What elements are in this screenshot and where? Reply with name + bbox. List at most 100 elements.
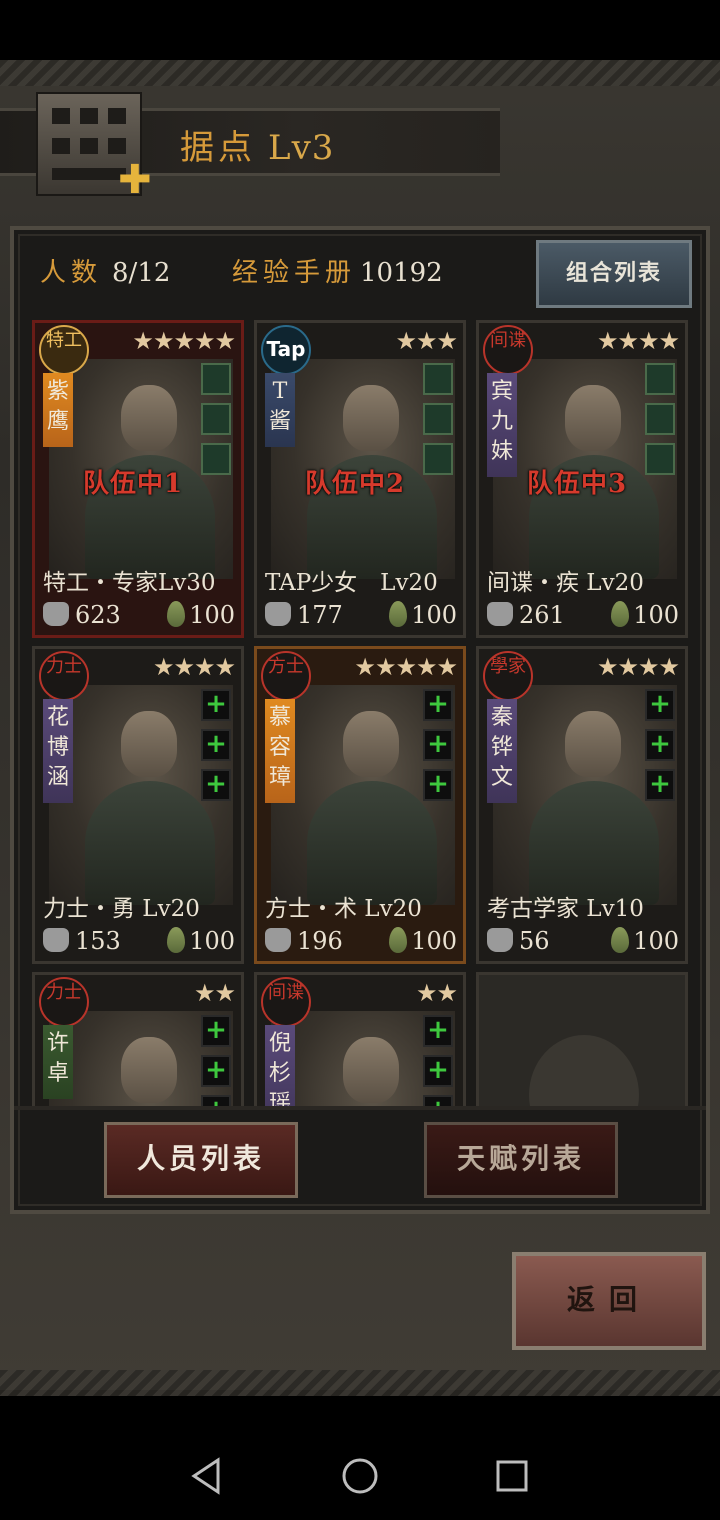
team-status-label: 队伍中3 bbox=[527, 469, 628, 499]
exp-manual-count: 经验手册 10192 bbox=[232, 258, 443, 288]
empty-character-slot bbox=[476, 972, 688, 1106]
system-nav-bar bbox=[0, 1412, 720, 1520]
add-equipment-plus-icon[interactable]: + bbox=[645, 689, 675, 721]
character-class-level: 力士・勇 Lv20 bbox=[43, 896, 200, 922]
water-stat: 100 bbox=[167, 601, 235, 629]
power-value: 261 bbox=[519, 601, 565, 629]
fist-icon bbox=[43, 928, 69, 952]
class-badge: 力士 bbox=[39, 651, 89, 701]
top-border bbox=[0, 60, 720, 86]
character-card[interactable]: 力士 ★★★★ 花博涵 + + + 力士・勇 Lv20 153 100 bbox=[32, 646, 244, 964]
add-equipment-plus-icon[interactable]: + bbox=[423, 1055, 453, 1087]
character-card[interactable]: 间谍 ★★★★ 宾九妹队伍中3 间谍・疾 Lv20 261 100 bbox=[476, 320, 688, 638]
water-value: 100 bbox=[411, 601, 457, 629]
character-card[interactable]: 方士 ★★★★★ 慕容璋 + + + 方士・术 Lv20 196 100 bbox=[254, 646, 466, 964]
nav-recents-icon[interactable] bbox=[472, 1412, 552, 1520]
fist-icon bbox=[487, 928, 513, 952]
fist-icon bbox=[487, 602, 513, 626]
add-equipment-plus-icon[interactable]: + bbox=[423, 1095, 453, 1106]
power-value: 196 bbox=[297, 927, 343, 955]
star-rating: ★★★★★ bbox=[354, 653, 458, 681]
team-status-label: 队伍中1 bbox=[83, 469, 184, 499]
nav-back-icon[interactable] bbox=[166, 1412, 246, 1520]
power-stat: 623 bbox=[43, 601, 121, 629]
equipment-slot[interactable] bbox=[645, 403, 675, 435]
equipment-slot[interactable] bbox=[645, 363, 675, 395]
water-drop-icon bbox=[167, 927, 186, 953]
character-card[interactable]: 力士 ★★ 许卓 + + + bbox=[32, 972, 244, 1106]
star-rating: ★★ bbox=[193, 979, 236, 1007]
star-rating: ★★★★ bbox=[152, 653, 236, 681]
status-bar bbox=[0, 0, 720, 60]
member-count: 人数 8/12 bbox=[40, 258, 171, 288]
class-badge: 力士 bbox=[39, 977, 89, 1027]
water-drop-icon bbox=[611, 601, 630, 627]
character-class-level: 间谍・疾 Lv20 bbox=[487, 570, 644, 596]
fist-icon bbox=[43, 602, 69, 626]
equipment-slot[interactable] bbox=[645, 443, 675, 475]
fist-icon bbox=[265, 928, 291, 952]
character-name: 许卓 bbox=[43, 1025, 73, 1099]
water-stat: 100 bbox=[389, 927, 457, 955]
add-equipment-plus-icon[interactable]: + bbox=[423, 1015, 453, 1047]
water-drop-icon bbox=[167, 601, 186, 627]
character-card[interactable]: 學家 ★★★★ 秦铧文 + + + 考古学家 Lv10 56 100 bbox=[476, 646, 688, 964]
water-value: 100 bbox=[411, 927, 457, 955]
add-equipment-plus-icon[interactable]: + bbox=[201, 689, 231, 721]
character-name: 倪杉瑶 bbox=[265, 1025, 295, 1106]
character-card[interactable]: 特工 ★★★★★ 紫鹰队伍中1 特工・专家Lv30 623 100 bbox=[32, 320, 244, 638]
power-stat: 261 bbox=[487, 601, 565, 629]
equipment-slot[interactable] bbox=[423, 363, 453, 395]
add-equipment-plus-icon[interactable]: + bbox=[201, 1015, 231, 1047]
upgrade-plus-icon[interactable]: ✚ bbox=[118, 160, 152, 200]
star-rating: ★★★ bbox=[395, 327, 458, 355]
character-name: T酱 bbox=[265, 373, 295, 447]
water-value: 100 bbox=[189, 927, 235, 955]
add-equipment-plus-icon[interactable]: + bbox=[423, 689, 453, 721]
talent-list-button[interactable]: 天赋列表 bbox=[424, 1122, 618, 1198]
add-equipment-plus-icon[interactable]: + bbox=[201, 1095, 231, 1106]
character-name: 宾九妹 bbox=[487, 373, 517, 477]
power-value: 56 bbox=[519, 927, 550, 955]
add-equipment-plus-icon[interactable]: + bbox=[201, 1055, 231, 1087]
add-equipment-plus-icon[interactable]: + bbox=[423, 729, 453, 761]
add-equipment-plus-icon[interactable]: + bbox=[645, 769, 675, 801]
bottom-border bbox=[0, 1370, 720, 1396]
character-card[interactable]: 间谍 ★★ 倪杉瑶 + + + bbox=[254, 972, 466, 1106]
add-equipment-plus-icon[interactable]: + bbox=[645, 729, 675, 761]
page-title: 据点 Lv3 bbox=[180, 128, 335, 168]
character-name: 慕容璋 bbox=[265, 699, 295, 803]
equipment-slot[interactable] bbox=[423, 403, 453, 435]
class-badge: 方士 bbox=[261, 651, 311, 701]
water-drop-icon bbox=[611, 927, 630, 953]
character-name: 紫鹰 bbox=[43, 373, 73, 447]
personnel-list-button[interactable]: 人员列表 bbox=[104, 1122, 298, 1198]
class-badge: 特工 bbox=[39, 325, 89, 375]
game-screen: ✚ 据点 Lv3 人数 8/12 经验手册 10192 组合列表 特工 ★★★★★ 紫鹰队… bbox=[0, 0, 720, 1520]
character-card[interactable]: Tap ★★★ T 酱队伍中2 TAP少女 Lv20 177 100 bbox=[254, 320, 466, 638]
water-drop-icon bbox=[389, 927, 408, 953]
add-equipment-plus-icon[interactable]: + bbox=[423, 769, 453, 801]
nav-home-icon[interactable] bbox=[320, 1412, 400, 1520]
equipment-slot[interactable] bbox=[201, 403, 231, 435]
star-rating: ★★★★ bbox=[596, 653, 680, 681]
character-name: 秦铧文 bbox=[487, 699, 517, 803]
equipment-slot[interactable] bbox=[201, 443, 231, 475]
back-button[interactable]: 返回 bbox=[512, 1252, 706, 1350]
team-status-label: 队伍中2 bbox=[305, 469, 406, 499]
fist-icon bbox=[265, 602, 291, 626]
equipment-slot[interactable] bbox=[423, 443, 453, 475]
combo-list-button[interactable]: 组合列表 bbox=[536, 240, 692, 308]
character-class-level: 考古学家 Lv10 bbox=[487, 896, 644, 922]
character-class-level: TAP少女 Lv20 bbox=[265, 570, 438, 596]
power-value: 623 bbox=[75, 601, 121, 629]
equipment-slot[interactable] bbox=[201, 363, 231, 395]
add-equipment-plus-icon[interactable]: + bbox=[201, 729, 231, 761]
character-grid[interactable]: 特工 ★★★★★ 紫鹰队伍中1 特工・专家Lv30 623 100 Tap ★★★ T 酱队伍中2… bbox=[30, 320, 694, 1106]
water-value: 100 bbox=[633, 927, 679, 955]
star-rating: ★★★★★ bbox=[132, 327, 236, 355]
character-name: 花博涵 bbox=[43, 699, 73, 803]
divider bbox=[14, 1106, 706, 1110]
class-badge: 间谍 bbox=[261, 977, 311, 1027]
add-equipment-plus-icon[interactable]: + bbox=[201, 769, 231, 801]
